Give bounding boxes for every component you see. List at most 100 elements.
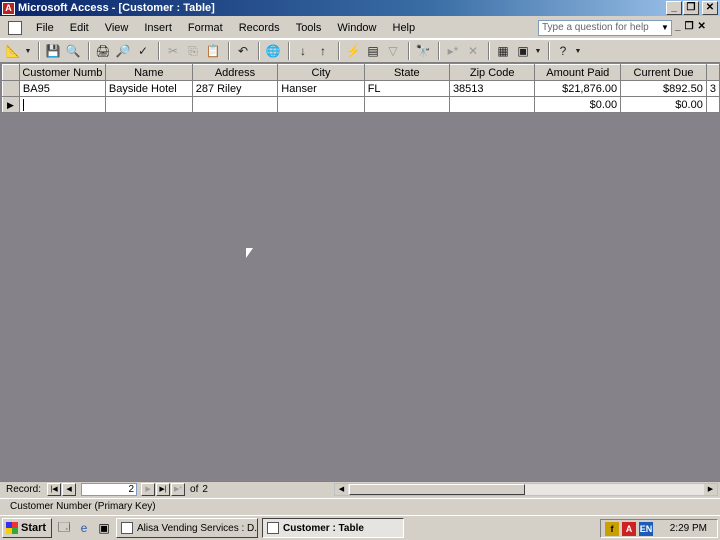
cell-amount-paid[interactable]: $0.00 bbox=[534, 96, 622, 113]
current-record-input[interactable]: 2 bbox=[81, 483, 138, 496]
scroll-left-icon[interactable]: ◀ bbox=[335, 484, 348, 495]
hyperlink-icon[interactable]: 🌐 bbox=[264, 42, 282, 60]
toolbar-options-icon[interactable]: ▼ bbox=[574, 42, 582, 60]
menu-records[interactable]: Records bbox=[231, 22, 288, 34]
cell-zip-code[interactable] bbox=[449, 96, 536, 113]
show-desktop-icon[interactable]: 🗔 bbox=[56, 520, 72, 536]
menu-format[interactable]: Format bbox=[180, 22, 231, 34]
design-view-icon[interactable]: 📐 bbox=[4, 42, 22, 60]
cell-address[interactable] bbox=[192, 96, 279, 113]
spelling-icon[interactable]: ✓ bbox=[134, 42, 152, 60]
language-indicator[interactable]: EN bbox=[639, 521, 653, 536]
menu-insert[interactable]: Insert bbox=[136, 22, 180, 34]
paste-icon[interactable]: 📋 bbox=[204, 42, 222, 60]
cut-icon[interactable]: ✂ bbox=[164, 42, 182, 60]
previous-record-button[interactable]: ◀ bbox=[62, 483, 77, 496]
select-all-corner[interactable] bbox=[2, 64, 20, 81]
minimize-button[interactable]: _ bbox=[666, 1, 682, 15]
cell-current-due[interactable]: $892.50 bbox=[620, 80, 707, 97]
datasheet-workspace[interactable]: Customer Numb Name Address City State Zi… bbox=[0, 63, 720, 481]
menu-tools[interactable]: Tools bbox=[288, 22, 330, 34]
taskbar-database-window[interactable]: Alisa Vending Services : D... bbox=[116, 518, 258, 538]
cell-customer-number[interactable] bbox=[19, 96, 106, 113]
new-record-button[interactable]: ▶* bbox=[171, 483, 186, 496]
menu-file[interactable]: File bbox=[28, 22, 62, 34]
cell-next[interactable]: 3 bbox=[706, 80, 720, 97]
print-preview-icon[interactable]: 🔎 bbox=[114, 42, 132, 60]
new-record-icon[interactable]: ▸* bbox=[444, 42, 462, 60]
cell-city[interactable] bbox=[277, 96, 365, 113]
column-header-name[interactable]: Name bbox=[104, 64, 193, 81]
help-icon[interactable]: ? bbox=[554, 42, 572, 60]
help-placeholder: Type a question for help bbox=[542, 22, 649, 33]
close-button[interactable]: ✕ bbox=[702, 1, 718, 15]
find-icon[interactable]: 🔭 bbox=[414, 42, 432, 60]
copy-icon[interactable]: ⎘ bbox=[184, 42, 202, 60]
apply-filter-icon[interactable]: ▽ bbox=[384, 42, 402, 60]
doc-restore-button[interactable]: ❐ bbox=[685, 21, 694, 32]
media-player-icon[interactable]: ▣ bbox=[96, 520, 112, 536]
menu-view[interactable]: View bbox=[97, 22, 137, 34]
cell-next[interactable] bbox=[706, 96, 720, 113]
column-header-state[interactable]: State bbox=[363, 64, 450, 81]
column-header-customer-number[interactable]: Customer Numb bbox=[18, 64, 106, 81]
column-header-address[interactable]: Address bbox=[191, 64, 279, 81]
cell-state[interactable]: FL bbox=[364, 80, 450, 97]
filter-by-selection-icon[interactable]: ⚡ bbox=[344, 42, 362, 60]
chevron-down-icon[interactable]: ▼ bbox=[534, 42, 542, 60]
cell-customer-number[interactable]: BA95 bbox=[19, 80, 106, 97]
cell-current-due[interactable]: $0.00 bbox=[620, 96, 707, 113]
start-button[interactable]: Start bbox=[2, 518, 52, 538]
sort-descending-icon[interactable]: ↑ bbox=[314, 42, 332, 60]
delete-record-icon[interactable]: ✕ bbox=[464, 42, 482, 60]
sort-ascending-icon[interactable]: ↓ bbox=[294, 42, 312, 60]
database-window-icon[interactable]: ▦ bbox=[494, 42, 512, 60]
scroll-right-icon[interactable]: ▶ bbox=[704, 484, 717, 495]
cell-address[interactable]: 287 Riley bbox=[192, 80, 279, 97]
access-app-icon[interactable]: A bbox=[2, 1, 15, 15]
column-header-zip-code[interactable]: Zip Code bbox=[448, 64, 536, 81]
system-tray: f A EN 2:29 PM bbox=[600, 519, 718, 538]
row-selector[interactable] bbox=[2, 80, 20, 97]
cell-zip-code[interactable]: 38513 bbox=[449, 80, 536, 97]
filter-by-form-icon[interactable]: ▤ bbox=[364, 42, 382, 60]
save-icon[interactable]: 💾 bbox=[44, 42, 62, 60]
table-document-icon[interactable] bbox=[8, 20, 22, 35]
internet-explorer-icon[interactable]: e bbox=[76, 520, 92, 536]
doc-minimize-button[interactable]: _ bbox=[675, 21, 681, 32]
restore-button[interactable]: ❐ bbox=[683, 1, 699, 15]
column-header-current-due[interactable]: Current Due bbox=[620, 64, 707, 81]
ati-tray-icon[interactable]: A bbox=[622, 521, 636, 536]
first-record-button[interactable]: |◀ bbox=[47, 483, 62, 496]
next-record-button[interactable]: ▶ bbox=[141, 483, 156, 496]
taskbar-customer-table[interactable]: Customer : Table bbox=[262, 518, 404, 538]
chevron-down-icon[interactable]: ▼ bbox=[24, 42, 32, 60]
cell-state[interactable] bbox=[364, 96, 450, 113]
table-row-new[interactable]: ▶ $0.00 $0.00 bbox=[2, 96, 720, 113]
tray-app-icon[interactable]: f bbox=[605, 521, 619, 536]
print-icon[interactable]: 🖨 bbox=[94, 42, 112, 60]
help-question-input[interactable]: Type a question for help ▼ bbox=[538, 20, 672, 36]
menu-edit[interactable]: Edit bbox=[62, 22, 97, 34]
clock[interactable]: 2:29 PM bbox=[670, 523, 707, 534]
column-header-amount-paid[interactable]: Amount Paid bbox=[534, 64, 622, 81]
cell-amount-paid[interactable]: $21,876.00 bbox=[534, 80, 622, 97]
cell-city[interactable]: Hanser bbox=[277, 80, 365, 97]
last-record-button[interactable]: ▶| bbox=[156, 483, 171, 496]
new-object-icon[interactable]: ▣ bbox=[514, 42, 532, 60]
menu-window[interactable]: Window bbox=[329, 22, 384, 34]
row-selector-current[interactable]: ▶ bbox=[2, 96, 20, 113]
table-row[interactable]: BA95 Bayside Hotel 287 Riley Hanser FL 3… bbox=[2, 80, 720, 97]
chevron-down-icon[interactable]: ▼ bbox=[659, 21, 671, 35]
cell-name[interactable]: Bayside Hotel bbox=[105, 80, 193, 97]
menu-help[interactable]: Help bbox=[385, 22, 424, 34]
column-header-city[interactable]: City bbox=[277, 64, 365, 81]
cell-name[interactable] bbox=[105, 96, 193, 113]
column-header-next[interactable] bbox=[705, 64, 720, 81]
scroll-thumb[interactable] bbox=[349, 484, 525, 495]
horizontal-scrollbar[interactable]: ◀ ▶ bbox=[334, 483, 718, 496]
undo-icon[interactable]: ↶ bbox=[234, 42, 252, 60]
total-records: 2 bbox=[202, 484, 208, 495]
doc-close-button[interactable]: ✕ bbox=[698, 21, 706, 32]
file-search-icon[interactable]: 🔍 bbox=[64, 42, 82, 60]
